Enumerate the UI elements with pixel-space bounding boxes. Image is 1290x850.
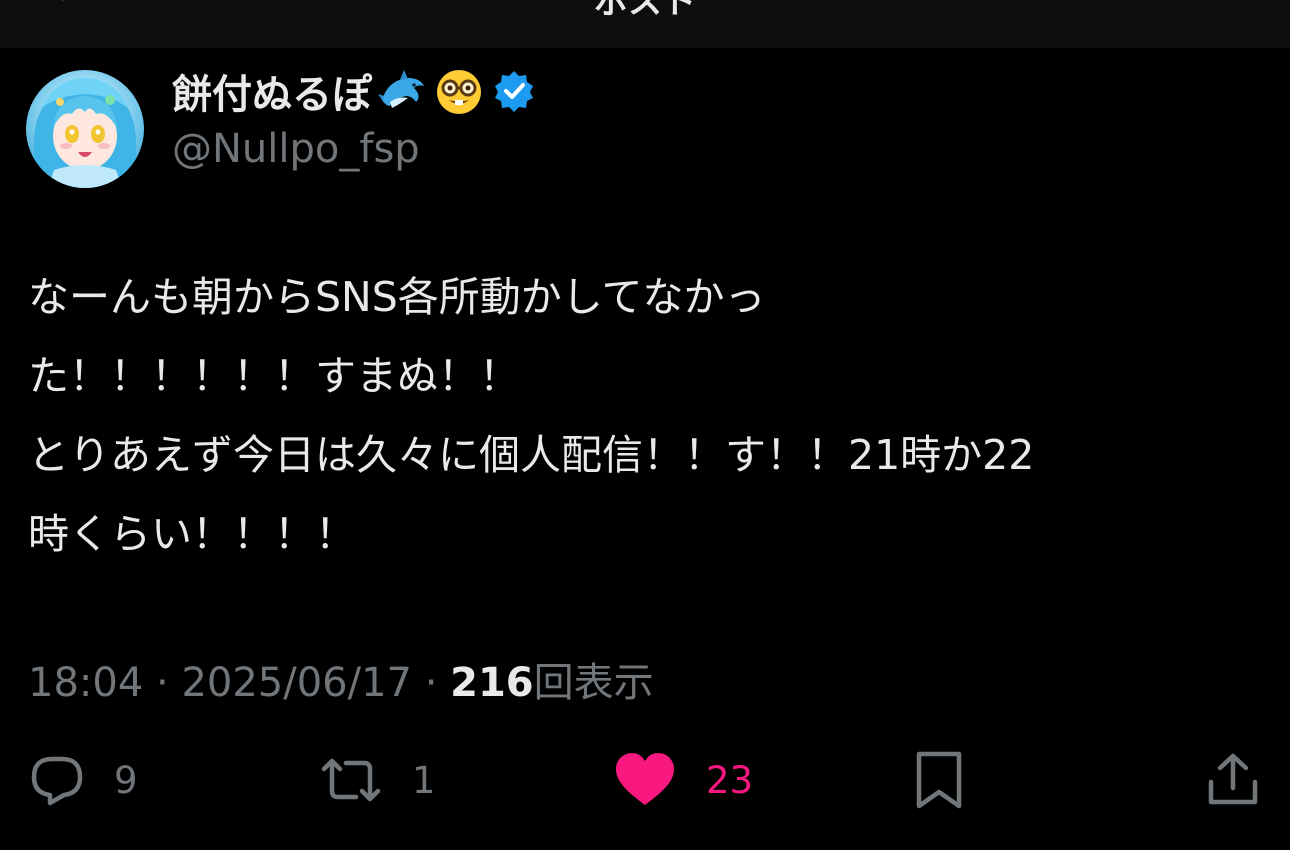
tweet-text-line: た！！！！！！すまぬ！！ <box>28 352 520 400</box>
action-bar: 9 1 23 <box>0 740 1290 820</box>
reply-count: 9 <box>114 758 138 802</box>
display-name-row[interactable]: 餅付ぬるぽ <box>172 62 536 120</box>
reply-button[interactable]: 9 <box>28 740 138 820</box>
tweet-author: 餅付ぬるぽ @Nullpo_fsp <box>26 70 926 190</box>
tweet-text-line: とりあえず今日は久々に個人配信！！す！！21時か22 <box>28 431 1035 479</box>
share-button[interactable] <box>1206 740 1260 820</box>
repost-button[interactable]: 1 <box>318 740 436 820</box>
views-count: 216 <box>450 660 534 706</box>
dolphin-emoji-icon <box>378 66 428 116</box>
tweet-text-line: なーんも朝からSNS各所動かしてなかっ <box>28 273 766 321</box>
views-label: 回表示 <box>533 660 654 706</box>
page-title: ポスト <box>594 0 696 22</box>
tweet-date[interactable]: 2025/06/17 <box>181 660 412 706</box>
display-name: 餅付ぬるぽ <box>172 72 372 118</box>
tweet-text-line: 時くらい！！！！ <box>28 510 356 558</box>
heart-icon <box>614 751 676 809</box>
repost-count: 1 <box>412 758 436 802</box>
like-button[interactable]: 23 <box>614 740 753 820</box>
verified-badge-icon[interactable] <box>492 69 536 113</box>
nerd-face-emoji-icon <box>434 66 484 116</box>
avatar[interactable] <box>26 70 144 188</box>
share-icon <box>1206 752 1260 808</box>
reply-icon <box>28 751 86 809</box>
user-handle[interactable]: @Nullpo_fsp <box>172 126 420 172</box>
tweet-time[interactable]: 18:04 <box>28 660 143 706</box>
bookmark-icon <box>914 750 964 810</box>
top-bar: ポスト <box>0 0 1290 48</box>
like-count: 23 <box>706 758 754 802</box>
repost-icon <box>318 751 384 809</box>
tweet-text: なーんも朝からSNS各所動かしてなかっ た！！！！！！すまぬ！！ とりあえず今日… <box>28 258 1268 574</box>
bookmark-button[interactable] <box>914 740 964 820</box>
meta-separator: · <box>143 660 182 706</box>
tweet-meta: 18:04 · 2025/06/17 · 216回表示 <box>28 650 654 708</box>
meta-separator: · <box>411 660 451 706</box>
